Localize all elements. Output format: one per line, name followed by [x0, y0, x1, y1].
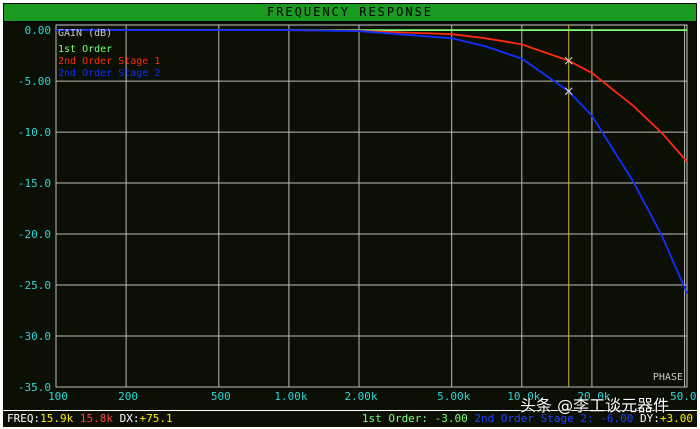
legend-item: 2nd Order Stage 1 [58, 56, 160, 67]
first-order-readout: 1st Order: -3.00 [361, 412, 468, 425]
y-axis-label: GAIN (dB) [58, 28, 112, 39]
frequency-response-chart[interactable]: 0.00-5.00-10.0-15.0-20.0-25.0-30.0-35.0 … [3, 22, 700, 410]
y-tick-label: -25.0 [18, 279, 51, 292]
x-tick-label: 2.00k [344, 390, 377, 403]
freq-label: FREQ: [7, 412, 41, 425]
simulation-window: FREQUENCY RESPONSE 0.00 -5.00 -10.0 -15.0 -2… [0, 0, 700, 429]
y-tick-label: -10.0 [18, 126, 51, 139]
dx-value: +75.1 [139, 412, 173, 425]
y-tick-label: 0.00 [25, 24, 52, 37]
x-tick-label: 50.0k [670, 390, 697, 403]
x-tick-label: 5.00k [437, 390, 470, 403]
x-tick-label: 200 [118, 390, 138, 403]
watermark: 头条 @李工谈元器件 [520, 396, 670, 415]
y-tick-label: -15.0 [18, 177, 51, 190]
legend-item: 2nd Order Stage 2 [58, 68, 160, 79]
y-tick-label: -30.0 [18, 330, 51, 343]
y-tick-label: -35.0 [18, 381, 51, 394]
legend: 1st Order2nd Order Stage 12nd Order Stag… [58, 44, 160, 79]
plot-area[interactable]: 0.00 -5.00 -10.0 -15.0 -20.0 -25.0 -30.0 -35.0 … [3, 22, 700, 410]
phase-label[interactable]: PHASE [653, 372, 683, 383]
y-tick-label: -20.0 [18, 228, 51, 241]
dx-label: DX: [119, 412, 140, 425]
x-tick-label: 100 [48, 390, 68, 403]
grid [55, 24, 688, 388]
y-axis-ticks: 0.00 -5.00 -10.0 -15.0 -20.0 -25.0 -30.0 -35.0 [18, 24, 51, 394]
freq-value-2: 15.8k [79, 412, 113, 425]
window-title: FREQUENCY RESPONSE [266, 5, 434, 19]
x-tick-label: 1.00k [274, 390, 307, 403]
legend-item: 1st Order [58, 44, 112, 55]
title-bar: FREQUENCY RESPONSE [3, 3, 697, 22]
y-tick-label: -5.00 [18, 75, 51, 88]
freq-value: 15.9k [40, 412, 74, 425]
x-tick-label: 500 [211, 390, 231, 403]
